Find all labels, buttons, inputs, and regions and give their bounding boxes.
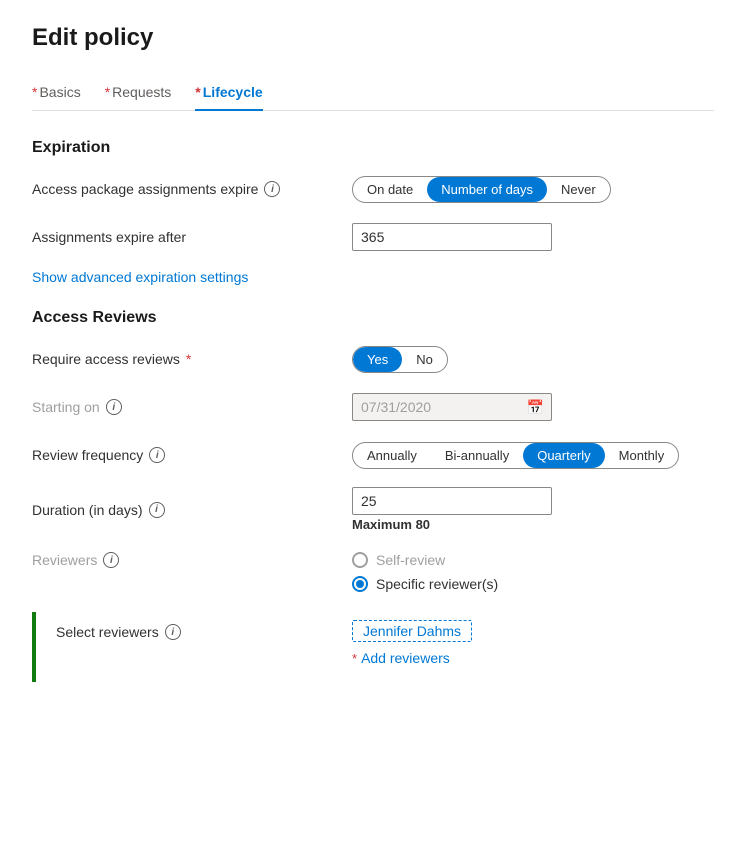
freq-monthly-btn[interactable]: Monthly [605,443,679,468]
select-reviewers-label: Select reviewers i [56,620,352,640]
expire-after-label: Assignments expire after [32,229,352,245]
specific-reviewer-label: Specific reviewer(s) [376,576,498,592]
frequency-options: Annually Bi-annually Quarterly Monthly [352,442,714,469]
tab-bar: Basics Requests Lifecycle [32,76,714,111]
expire-after-control [352,223,714,251]
max-label: Maximum 80 [352,517,714,532]
page-title: Edit policy [32,24,714,52]
require-asterisk: * [186,351,191,367]
reviewers-info-icon[interactable]: i [103,552,119,568]
reviewer-content: Jennifer Dahms * Add reviewers [352,620,714,666]
frequency-toggle-group: Annually Bi-annually Quarterly Monthly [352,442,679,469]
self-review-label: Self-review [376,552,445,568]
duration-info-icon[interactable]: i [149,502,165,518]
duration-input[interactable] [352,487,552,515]
specific-reviewer-radio[interactable] [352,576,368,592]
require-no-btn[interactable]: No [402,347,447,372]
expire-options: On date Number of days Never [352,176,714,203]
expire-on-date-btn[interactable]: On date [353,177,427,202]
reviewers-label: Reviewers i [32,552,352,568]
freq-quarterly-btn[interactable]: Quarterly [523,443,604,468]
require-options: Yes No [352,346,714,373]
select-reviewers-section: Select reviewers i Jennifer Dahms * Add … [32,612,714,682]
duration-row: Duration (in days) i Maximum 80 [32,487,714,532]
specific-reviewer-option[interactable]: Specific reviewer(s) [352,576,714,592]
select-reviewers-info-icon[interactable]: i [165,624,181,640]
require-row: Require access reviews * Yes No [32,343,714,375]
frequency-label: Review frequency i [32,447,352,463]
reviewers-row: Reviewers i Self-review Specific reviewe… [32,548,714,592]
duration-value-block: Maximum 80 [352,487,714,532]
add-reviewers-link[interactable]: Add reviewers [361,650,450,666]
expire-toggle-group: On date Number of days Never [352,176,611,203]
access-reviews-section-title: Access Reviews [32,309,714,327]
expire-num-days-btn[interactable]: Number of days [427,177,547,202]
expiration-section-title: Expiration [32,139,714,157]
frequency-info-icon[interactable]: i [149,447,165,463]
reviewer-name[interactable]: Jennifer Dahms [352,620,472,642]
expire-info-icon[interactable]: i [264,181,280,197]
advanced-link-row: Show advanced expiration settings [32,269,714,285]
require-toggle-group: Yes No [352,346,448,373]
require-label: Require access reviews * [32,351,352,367]
tab-lifecycle[interactable]: Lifecycle [195,76,262,110]
expire-label: Access package assignments expire i [32,181,352,197]
freq-annually-btn[interactable]: Annually [353,443,431,468]
self-review-option[interactable]: Self-review [352,552,714,568]
self-review-radio[interactable] [352,552,368,568]
starting-control: 📅 [352,393,714,421]
duration-control: Maximum 80 [352,487,714,532]
tab-basics[interactable]: Basics [32,76,81,110]
require-yes-btn[interactable]: Yes [353,347,402,372]
duration-label: Duration (in days) i [32,502,352,518]
reviewer-radio-group: Self-review Specific reviewer(s) [352,552,714,592]
frequency-row: Review frequency i Annually Bi-annually … [32,439,714,471]
starting-info-icon[interactable]: i [106,399,122,415]
expire-after-row: Assignments expire after [32,221,714,253]
expire-after-input[interactable] [352,223,552,251]
add-reviewers-row[interactable]: * Add reviewers [352,650,450,666]
freq-bi-annually-btn[interactable]: Bi-annually [431,443,523,468]
tab-requests[interactable]: Requests [105,76,172,110]
starting-label: Starting on i [32,399,352,415]
expire-row: Access package assignments expire i On d… [32,173,714,205]
reviewers-control: Self-review Specific reviewer(s) [352,552,714,592]
date-input-wrap: 📅 [352,393,552,421]
starting-row: Starting on i 📅 [32,391,714,423]
expire-never-btn[interactable]: Never [547,177,610,202]
starting-date-input[interactable] [352,393,552,421]
advanced-expiration-link[interactable]: Show advanced expiration settings [32,269,248,285]
add-required-star: * [352,651,357,666]
